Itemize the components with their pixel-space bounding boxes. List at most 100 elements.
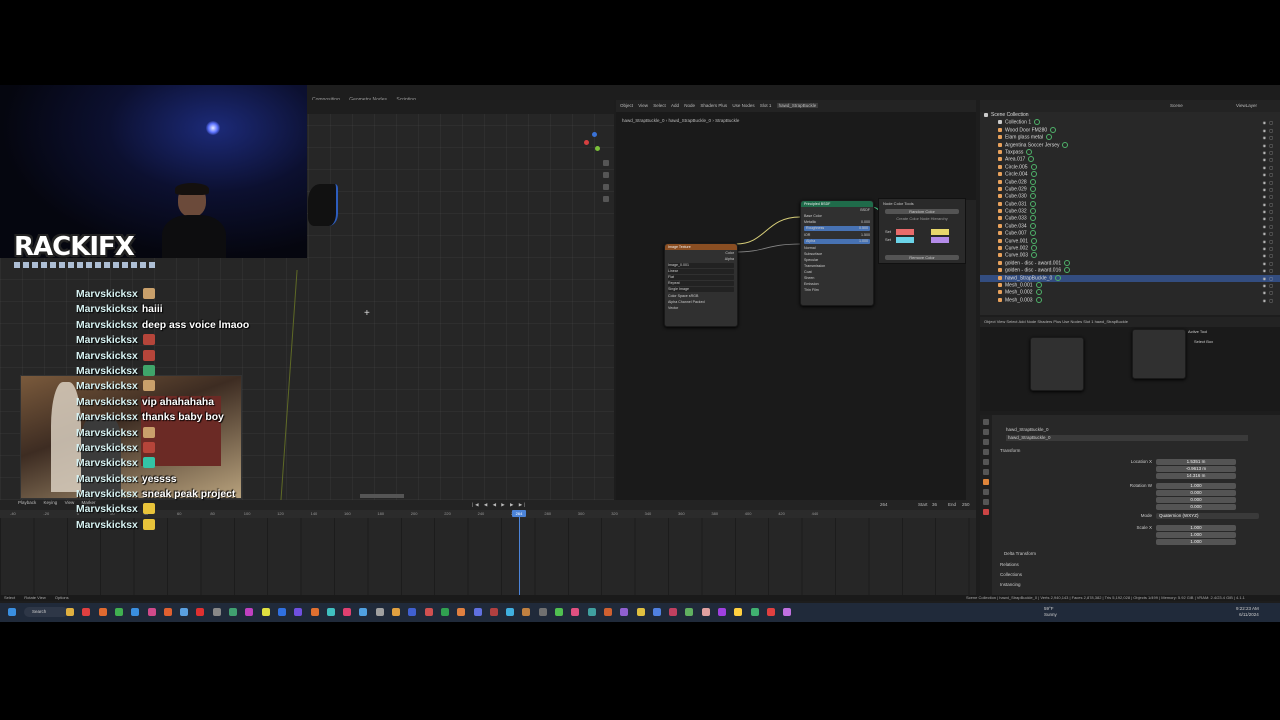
taskbar-app-icon[interactable]: [359, 608, 368, 616]
outliner-item[interactable]: Curve.003 ◉ ▢: [980, 252, 1280, 259]
outliner-item[interactable]: Argentina Soccer Jersey ◉ ▢: [980, 141, 1280, 149]
projection-select[interactable]: Flat: [668, 275, 734, 280]
clock[interactable]: 9:22:23 AM 6/11/2024: [1236, 606, 1259, 618]
select-box-tool[interactable]: Select Box: [1194, 339, 1213, 344]
taskbar-app-icon[interactable]: [229, 608, 237, 616]
outliner-item[interactable]: Taxpass ◉ ▢: [980, 148, 1280, 156]
instancing-panel[interactable]: Instancing: [1000, 582, 1021, 588]
visibility-icon[interactable]: ◉ ▢: [1263, 238, 1274, 245]
taskbar-app-icon[interactable]: [522, 608, 531, 616]
location-y-field[interactable]: -0.9613 m: [1156, 466, 1236, 472]
visibility-icon[interactable]: ◉ ▢: [1263, 297, 1274, 304]
taskbar-app-icon[interactable]: [489, 608, 498, 616]
socket-roughness[interactable]: Roughness 0.500: [804, 226, 870, 231]
menu-shaders-plus[interactable]: Shaders Plus: [1037, 319, 1061, 324]
outliner-item[interactable]: Cube.007 ◉ ▢: [980, 230, 1280, 237]
node-sidebar-tabs[interactable]: [966, 200, 976, 500]
outliner-item[interactable]: Cube.031 ◉ ▢: [980, 200, 1280, 208]
swatch-purple[interactable]: [931, 237, 950, 243]
menu-node[interactable]: Node: [1027, 319, 1037, 324]
render-tab-icon[interactable]: [983, 429, 989, 435]
taskbar-app-icon[interactable]: [131, 608, 140, 616]
visibility-icon[interactable]: ◉ ▢: [1263, 275, 1274, 282]
taskbar-app-icon[interactable]: [473, 608, 482, 616]
rotation-z-field[interactable]: 0.000: [1156, 504, 1236, 510]
principled-bsdf-node[interactable]: Principled BSDF BSDF Base Color Metallic…: [800, 200, 874, 306]
taskbar-app-icon[interactable]: [392, 608, 400, 616]
slot-select[interactable]: Slot 1: [1083, 319, 1093, 324]
playhead-frame-label[interactable]: 264: [512, 510, 526, 517]
windows-start-icon[interactable]: [8, 608, 16, 616]
visibility-icon[interactable]: ◉ ▢: [1263, 215, 1274, 222]
visibility-icon[interactable]: ◉ ▢: [1263, 149, 1274, 156]
current-frame-field[interactable]: 264: [880, 502, 888, 507]
gizmo-x-icon[interactable]: [584, 140, 589, 145]
taskbar-app-icon[interactable]: [408, 608, 417, 616]
visibility-icon[interactable]: ◉ ▢: [1263, 252, 1274, 259]
visibility-icon[interactable]: ◉ ▢: [1263, 142, 1274, 149]
taskbar-app-icon[interactable]: [440, 608, 449, 616]
visibility-icon[interactable]: ◉ ▢: [1263, 267, 1274, 274]
menu-object[interactable]: Object: [984, 319, 996, 324]
object-tab-icon[interactable]: [983, 479, 989, 485]
camera-icon[interactable]: [603, 184, 609, 190]
object-name-field[interactable]: hawd_StrapBuckle_0: [1006, 435, 1248, 441]
visibility-icon[interactable]: ◉ ▢: [1263, 156, 1274, 163]
socket-alpha[interactable]: Alpha 1.000: [804, 239, 870, 244]
visibility-icon[interactable]: ◉ ▢: [1263, 179, 1274, 186]
taskbar-app-icon[interactable]: [506, 608, 515, 616]
outliner-item[interactable]: Cube.032 ◉ ▢: [980, 208, 1280, 215]
taskbar-app-icon[interactable]: [571, 608, 580, 616]
taskbar-app-icon[interactable]: [66, 608, 74, 616]
visibility-icon[interactable]: ◉ ▢: [1263, 230, 1274, 237]
menu-select[interactable]: Select: [1006, 319, 1017, 324]
transform-panel-header[interactable]: Transform: [1000, 448, 1020, 454]
outliner-item[interactable]: Mesh_0.003 ◉ ▢: [980, 296, 1280, 304]
taskbar-app-icon[interactable]: [701, 608, 710, 616]
socket-metallic[interactable]: Metallic 0.000: [801, 219, 873, 225]
visibility-icon[interactable]: ◉ ▢: [1263, 127, 1274, 134]
world-tab-icon[interactable]: [983, 469, 989, 475]
visibility-icon[interactable]: ◉ ▢: [1263, 164, 1274, 171]
image-field[interactable]: Image_0.001: [668, 263, 734, 268]
collections-panel[interactable]: Collections: [1000, 572, 1022, 578]
outliner-item[interactable]: Circle.005 ◉ ▢: [980, 163, 1280, 171]
view-menu[interactable]: View: [65, 500, 75, 505]
color-space-value[interactable]: sRGB: [689, 294, 699, 298]
swatch-yellow[interactable]: [931, 229, 950, 235]
taskbar-app-icon[interactable]: [261, 608, 270, 616]
panel-thin-film[interactable]: Thin Film: [801, 287, 873, 293]
swatch-cyan[interactable]: [896, 237, 915, 243]
outliner-item[interactable]: golden - disc - award.016 ◉ ▢: [980, 267, 1280, 274]
taskbar-app-icon[interactable]: [277, 608, 286, 616]
use-nodes-checkbox[interactable]: Use Nodes: [1062, 319, 1082, 324]
taskbar-app-icon[interactable]: [212, 608, 221, 616]
shader-node-editor[interactable]: Object View Select Add Node Shaders Plus…: [616, 100, 976, 500]
visibility-icon[interactable]: ◉ ▢: [1263, 289, 1274, 296]
taskbar-app-icon[interactable]: [718, 608, 726, 616]
rotation-mode-select[interactable]: Quaternion (WXYZ): [1156, 513, 1259, 519]
delta-transform-panel[interactable]: Delta Transform: [1004, 551, 1036, 557]
properties-editor[interactable]: hawd_StrapBuckle_0 hawd_StrapBuckle_0 Tr…: [980, 415, 1280, 595]
taskbar-app-icon[interactable]: [457, 608, 466, 616]
outliner-item[interactable]: hawd_StrapBuckle_0 ◉ ▢: [980, 274, 1280, 282]
zoom-icon[interactable]: [603, 160, 609, 166]
outliner[interactable]: Scene ViewLayer Scene Collection Collect…: [980, 100, 1280, 315]
location-z-field[interactable]: 14.316 m: [1156, 473, 1236, 479]
mini-image-node[interactable]: [1030, 337, 1084, 391]
hat-object[interactable]: [308, 184, 338, 226]
interpolation-select[interactable]: Linear: [668, 269, 734, 274]
source-select[interactable]: Single Image: [668, 287, 734, 292]
outliner-item[interactable]: Curve.002 ◉ ▢: [980, 245, 1280, 252]
taskbar-app-icon[interactable]: [196, 608, 205, 616]
taskbar-app-icon[interactable]: [766, 608, 775, 616]
taskbar-app-icon[interactable]: [98, 608, 107, 616]
taskbar-app-icon[interactable]: [587, 608, 596, 616]
rotation-x-field[interactable]: 0.000: [1156, 490, 1236, 496]
taskbar-app-icon[interactable]: [750, 608, 759, 616]
menu-view[interactable]: View: [997, 319, 1006, 324]
search-box[interactable]: Search: [24, 607, 68, 617]
outliner-item[interactable]: Wood Door FM280 ◉ ▢: [980, 126, 1280, 134]
taskbar-app-icon[interactable]: [180, 608, 189, 616]
taskbar-app-icon[interactable]: [245, 608, 254, 616]
